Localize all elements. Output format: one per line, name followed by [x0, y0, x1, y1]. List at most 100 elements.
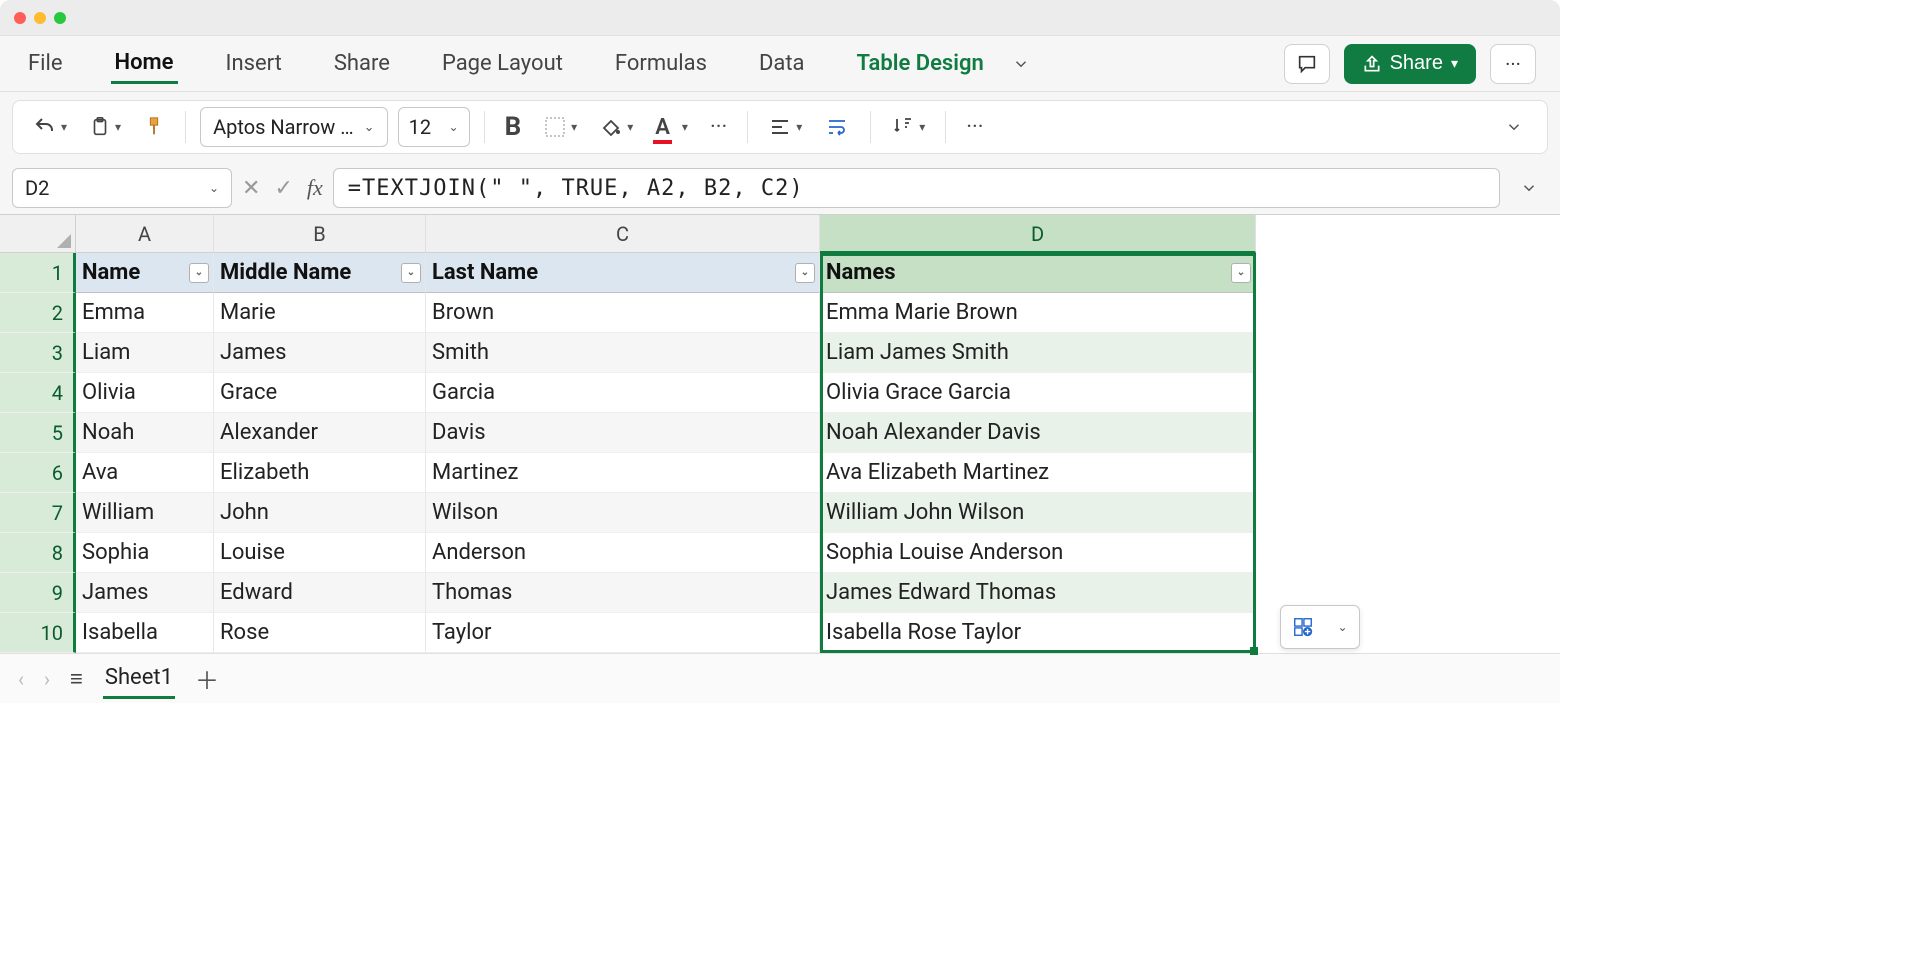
column-header-A[interactable]: A — [76, 215, 214, 253]
cell-B6[interactable]: Elizabeth — [214, 453, 426, 493]
cell-C10[interactable]: Taylor — [426, 613, 820, 653]
name-box[interactable]: D2 ⌄ — [12, 168, 232, 208]
column-header-C[interactable]: C — [426, 215, 820, 253]
cell-C3[interactable]: Smith — [426, 333, 820, 373]
clipboard-button[interactable]: ▾ — [83, 110, 127, 144]
cell-C9[interactable]: Thomas — [426, 573, 820, 613]
accept-formula-icon[interactable]: ✓ — [274, 176, 292, 201]
undo-button[interactable]: ▾ — [27, 111, 73, 143]
font-size-select[interactable]: 12 ⌄ — [398, 107, 470, 147]
row-header-5[interactable]: 5 — [0, 413, 76, 453]
cell-B10[interactable]: Rose — [214, 613, 426, 653]
tab-page-layout[interactable]: Page Layout — [438, 45, 567, 82]
cell-A5[interactable]: Noah — [76, 413, 214, 453]
window-close-icon[interactable] — [14, 12, 26, 24]
cell-C7[interactable]: Wilson — [426, 493, 820, 533]
row-header-9[interactable]: 9 — [0, 573, 76, 613]
cell-B3[interactable]: James — [214, 333, 426, 373]
cell-B8[interactable]: Louise — [214, 533, 426, 573]
sort-filter-button[interactable]: ▾ — [885, 111, 931, 143]
sheet-list-icon[interactable]: ≡ — [70, 666, 83, 692]
font-color-button[interactable]: A ▾ — [649, 111, 694, 144]
cell-A4[interactable]: Olivia — [76, 373, 214, 413]
font-name-select[interactable]: Aptos Narrow … ⌄ — [200, 107, 388, 147]
row-header-10[interactable]: 10 — [0, 613, 76, 653]
column-header-B[interactable]: B — [214, 215, 426, 253]
filter-dropdown-icon[interactable]: ⌄ — [1231, 263, 1251, 283]
cell-C4[interactable]: Garcia — [426, 373, 820, 413]
tab-table-design[interactable]: Table Design — [853, 45, 988, 82]
tab-data[interactable]: Data — [755, 45, 809, 82]
autofill-options-button[interactable]: ⌄ — [1280, 605, 1360, 649]
row-header-3[interactable]: 3 — [0, 333, 76, 373]
table-header-C[interactable]: Last Name⌄ — [426, 253, 820, 293]
cell-C5[interactable]: Davis — [426, 413, 820, 453]
row-header-1[interactable]: 1 — [0, 253, 76, 293]
table-header-D[interactable]: Names⌄ — [820, 253, 1256, 293]
borders-button[interactable]: ▾ — [537, 111, 583, 143]
share-button[interactable]: Share ▾ — [1344, 44, 1476, 84]
select-all-corner[interactable] — [0, 215, 76, 253]
cell-B4[interactable]: Grace — [214, 373, 426, 413]
cell-A2[interactable]: Emma — [76, 293, 214, 333]
row-header-2[interactable]: 2 — [0, 293, 76, 333]
cell-C2[interactable]: Brown — [426, 293, 820, 333]
comments-button[interactable] — [1284, 44, 1330, 84]
table-header-B[interactable]: Middle Name⌄ — [214, 253, 426, 293]
expand-formula-bar-icon[interactable] — [1510, 179, 1548, 197]
cell-D7[interactable]: William John Wilson — [820, 493, 1256, 533]
cell-D6[interactable]: Ava Elizabeth Martinez — [820, 453, 1256, 493]
row-header-8[interactable]: 8 — [0, 533, 76, 573]
row-header-4[interactable]: 4 — [0, 373, 76, 413]
row-header-7[interactable]: 7 — [0, 493, 76, 533]
sheet-nav-prev-icon[interactable]: ‹ — [18, 667, 24, 691]
more-options-button[interactable]: ··· — [1490, 44, 1536, 84]
filter-dropdown-icon[interactable]: ⌄ — [401, 263, 421, 283]
spreadsheet-grid[interactable]: ABCD1Name⌄Middle Name⌄Last Name⌄Names⌄2E… — [0, 214, 1560, 653]
cell-D9[interactable]: James Edward Thomas — [820, 573, 1256, 613]
toolbar-overflow-button[interactable]: ··· — [960, 111, 989, 144]
cell-D4[interactable]: Olivia Grace Garcia — [820, 373, 1256, 413]
add-sheet-icon[interactable]: ＋ — [195, 661, 219, 696]
row-header-6[interactable]: 6 — [0, 453, 76, 493]
cell-B9[interactable]: Edward — [214, 573, 426, 613]
fx-icon[interactable]: fx — [307, 175, 323, 201]
cell-A6[interactable]: Ava — [76, 453, 214, 493]
ribbon-overflow-icon[interactable] — [1012, 55, 1030, 73]
cell-D3[interactable]: Liam James Smith — [820, 333, 1256, 373]
cell-A7[interactable]: William — [76, 493, 214, 533]
cell-D2[interactable]: Emma Marie Brown — [820, 293, 1256, 333]
cell-C6[interactable]: Martinez — [426, 453, 820, 493]
bold-button[interactable]: B — [499, 108, 528, 146]
cell-A10[interactable]: Isabella — [76, 613, 214, 653]
tab-home[interactable]: Home — [111, 44, 178, 84]
filter-dropdown-icon[interactable]: ⌄ — [795, 263, 815, 283]
cell-B5[interactable]: Alexander — [214, 413, 426, 453]
fill-color-button[interactable]: ▾ — [593, 111, 639, 143]
wrap-text-button[interactable] — [818, 111, 856, 143]
cell-D5[interactable]: Noah Alexander Davis — [820, 413, 1256, 453]
table-header-A[interactable]: Name⌄ — [76, 253, 214, 293]
window-minimize-icon[interactable] — [34, 12, 46, 24]
sheet-tab-active[interactable]: Sheet1 — [103, 659, 175, 699]
align-button[interactable]: ▾ — [762, 111, 808, 143]
tab-formulas[interactable]: Formulas — [611, 45, 711, 82]
sheet-nav-next-icon[interactable]: › — [44, 667, 50, 691]
cell-B7[interactable]: John — [214, 493, 426, 533]
cell-C8[interactable]: Anderson — [426, 533, 820, 573]
formula-input[interactable]: =TEXTJOIN(" ", TRUE, A2, B2, C2) — [333, 168, 1500, 208]
cell-A9[interactable]: James — [76, 573, 214, 613]
tab-share[interactable]: Share — [330, 45, 394, 82]
cell-D10[interactable]: Isabella Rose Taylor — [820, 613, 1256, 653]
cell-D8[interactable]: Sophia Louise Anderson — [820, 533, 1256, 573]
cell-B2[interactable]: Marie — [214, 293, 426, 333]
font-overflow-button[interactable]: ··· — [704, 111, 733, 144]
filter-dropdown-icon[interactable]: ⌄ — [189, 263, 209, 283]
cell-A8[interactable]: Sophia — [76, 533, 214, 573]
format-painter-button[interactable] — [137, 110, 171, 144]
column-header-D[interactable]: D — [820, 215, 1256, 253]
cancel-formula-icon[interactable]: ✕ — [242, 176, 260, 201]
cell-A3[interactable]: Liam — [76, 333, 214, 373]
collapse-ribbon-icon[interactable] — [1495, 118, 1533, 136]
window-zoom-icon[interactable] — [54, 12, 66, 24]
